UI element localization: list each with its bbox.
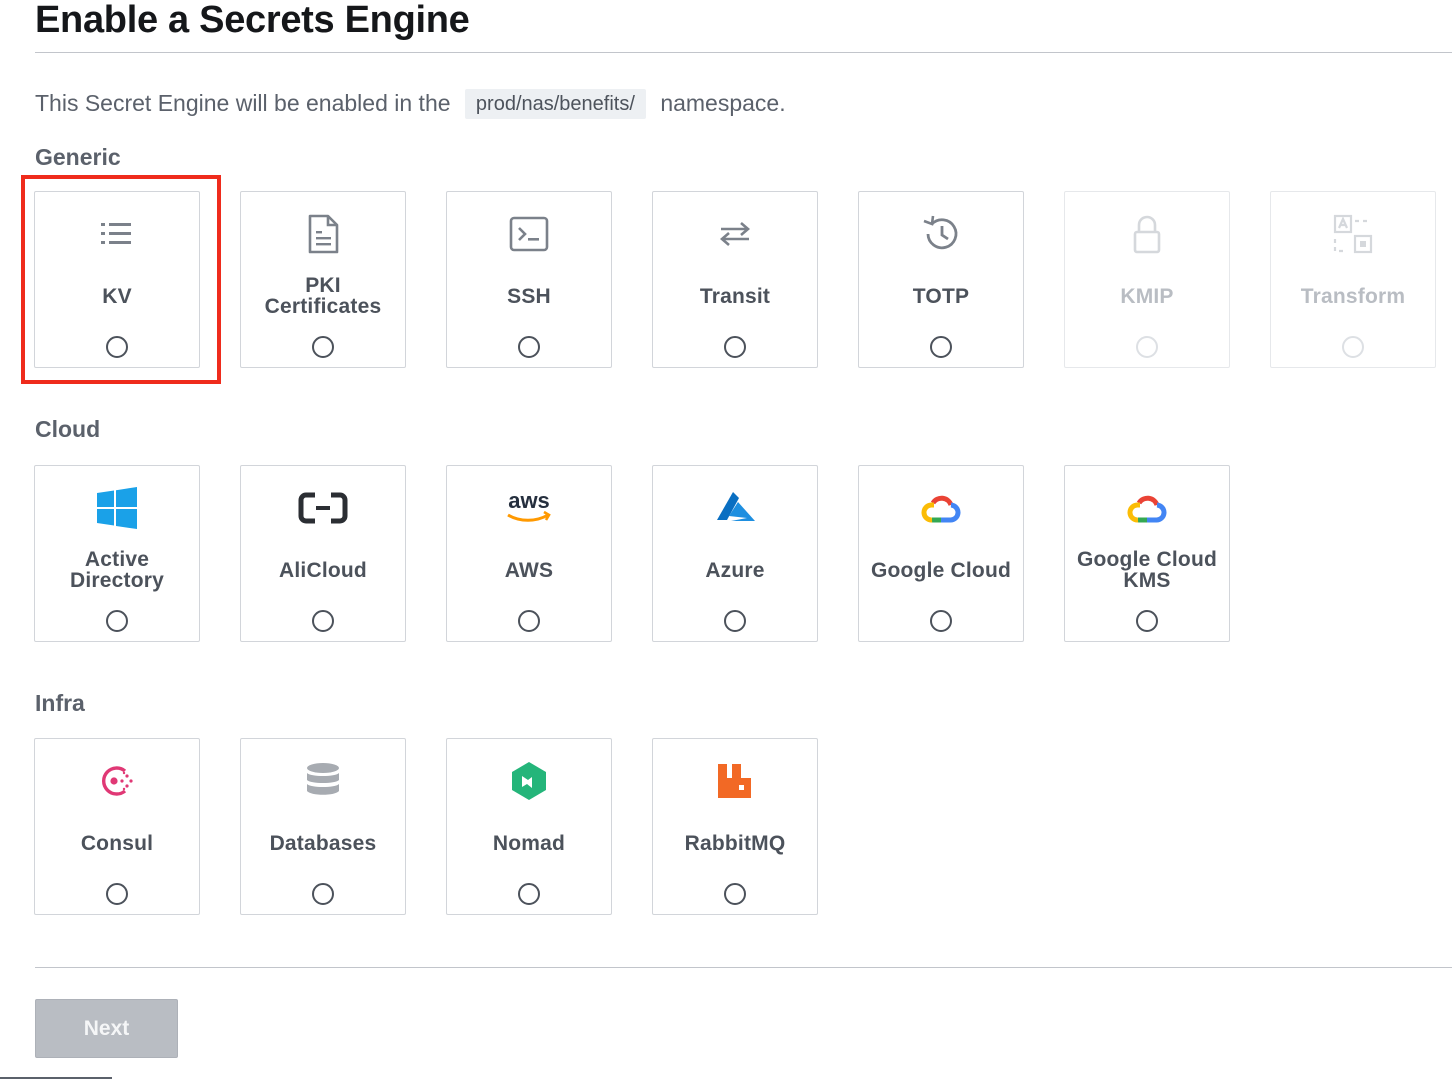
terminal-icon bbox=[447, 212, 611, 256]
engine-card-consul[interactable]: Consul bbox=[34, 738, 200, 915]
section-label-generic: Generic bbox=[35, 144, 121, 170]
engine-label: AWS bbox=[504, 558, 554, 582]
alicloud-logo-icon bbox=[241, 486, 405, 530]
consul-logo-icon bbox=[35, 759, 199, 803]
engine-radio[interactable] bbox=[724, 610, 746, 632]
engine-card-azure[interactable]: Azure bbox=[652, 465, 818, 642]
engine-label: Transform bbox=[1300, 284, 1406, 308]
engine-radio[interactable] bbox=[930, 336, 952, 358]
engine-radio[interactable] bbox=[518, 883, 540, 905]
engine-card-kmip: KMIP bbox=[1064, 191, 1230, 368]
engine-label: Azure bbox=[705, 558, 765, 582]
aws-logo-icon: aws bbox=[447, 486, 611, 530]
lock-icon bbox=[1065, 212, 1229, 256]
aws-logo-text: aws bbox=[508, 488, 550, 513]
engine-card-nomad[interactable]: Nomad bbox=[446, 738, 612, 915]
engine-radio[interactable] bbox=[930, 610, 952, 632]
bottom-edge-line bbox=[0, 1077, 112, 1079]
namespace-code: prod/nas/benefits/ bbox=[464, 89, 646, 119]
engine-label: RabbitMQ bbox=[684, 831, 786, 855]
history-clock-icon bbox=[859, 212, 1023, 256]
engine-card-pki-certificates[interactable]: PKI Certificates bbox=[240, 191, 406, 368]
google-cloud-logo-icon bbox=[859, 486, 1023, 530]
database-icon bbox=[241, 759, 405, 803]
engine-radio[interactable] bbox=[724, 336, 746, 358]
engine-card-ssh[interactable]: SSH bbox=[446, 191, 612, 368]
enable-secrets-engine-page: Enable a Secrets Engine This Secret Engi… bbox=[0, 0, 1452, 1080]
swap-arrows-icon bbox=[653, 212, 817, 256]
engine-card-active-directory[interactable]: Active Directory bbox=[34, 465, 200, 642]
engine-label: Google Cloud bbox=[870, 558, 1012, 582]
engine-label: Databases bbox=[269, 831, 377, 855]
azure-logo-icon bbox=[653, 486, 817, 530]
engine-radio bbox=[1342, 336, 1364, 358]
engine-radio[interactable] bbox=[518, 610, 540, 632]
engine-label: KV bbox=[102, 284, 132, 308]
engine-card-totp[interactable]: TOTP bbox=[858, 191, 1024, 368]
engine-card-rabbitmq[interactable]: RabbitMQ bbox=[652, 738, 818, 915]
engine-radio[interactable] bbox=[106, 610, 128, 632]
engine-label: PKI Certificates bbox=[264, 274, 382, 318]
intro-prefix: This Secret Engine will be enabled in th… bbox=[35, 90, 451, 116]
intro-suffix: namespace. bbox=[660, 90, 786, 116]
engine-card-aws[interactable]: aws AWS bbox=[446, 465, 612, 642]
title-divider bbox=[35, 52, 1452, 53]
engine-card-kv[interactable]: KV bbox=[34, 191, 200, 368]
engine-card-databases[interactable]: Databases bbox=[240, 738, 406, 915]
namespace-intro: This Secret Engine will be enabled in th… bbox=[35, 86, 786, 120]
engine-label: AliCloud bbox=[279, 558, 367, 582]
rabbitmq-logo-icon bbox=[653, 759, 817, 803]
document-icon bbox=[241, 212, 405, 256]
engine-radio[interactable] bbox=[1136, 610, 1158, 632]
engine-label: Transit bbox=[699, 284, 771, 308]
engine-radio[interactable] bbox=[106, 883, 128, 905]
next-button[interactable]: Next bbox=[35, 999, 178, 1058]
engine-card-transit[interactable]: Transit bbox=[652, 191, 818, 368]
engine-label: Nomad bbox=[492, 831, 566, 855]
transform-icon bbox=[1271, 212, 1435, 256]
list-icon bbox=[35, 212, 199, 256]
engine-radio[interactable] bbox=[312, 336, 334, 358]
engine-label: TOTP bbox=[912, 284, 970, 308]
nomad-logo-icon bbox=[447, 759, 611, 803]
engine-label: Consul bbox=[80, 831, 154, 855]
engine-radio[interactable] bbox=[312, 883, 334, 905]
engine-card-alicloud[interactable]: AliCloud bbox=[240, 465, 406, 642]
engine-radio[interactable] bbox=[106, 336, 128, 358]
section-label-infra: Infra bbox=[35, 690, 85, 716]
engine-label: Google Cloud KMS bbox=[1076, 548, 1218, 592]
engine-radio[interactable] bbox=[724, 883, 746, 905]
engine-label: Active Directory bbox=[69, 548, 164, 592]
windows-logo-icon bbox=[35, 486, 199, 530]
engine-radio[interactable] bbox=[312, 610, 334, 632]
page-title: Enable a Secrets Engine bbox=[35, 0, 470, 41]
engine-label: KMIP bbox=[1120, 284, 1174, 308]
engine-card-google-cloud[interactable]: Google Cloud bbox=[858, 465, 1024, 642]
footer-divider bbox=[35, 967, 1452, 968]
engine-radio bbox=[1136, 336, 1158, 358]
engine-label: SSH bbox=[507, 284, 551, 308]
engine-radio[interactable] bbox=[518, 336, 540, 358]
engine-card-google-cloud-kms[interactable]: Google Cloud KMS bbox=[1064, 465, 1230, 642]
engine-card-transform: Transform bbox=[1270, 191, 1436, 368]
section-label-cloud: Cloud bbox=[35, 416, 101, 442]
google-cloud-logo-icon bbox=[1065, 486, 1229, 530]
